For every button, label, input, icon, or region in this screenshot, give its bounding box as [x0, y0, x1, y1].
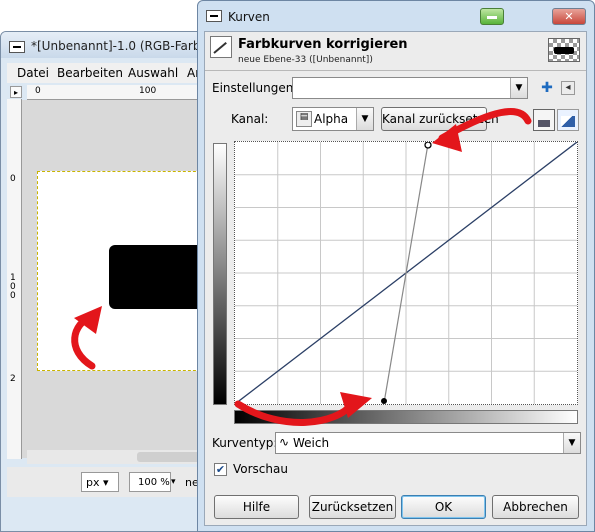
annotation-arrow-bottom-point: [234, 400, 356, 426]
annotation-overlay: [71, 108, 532, 426]
